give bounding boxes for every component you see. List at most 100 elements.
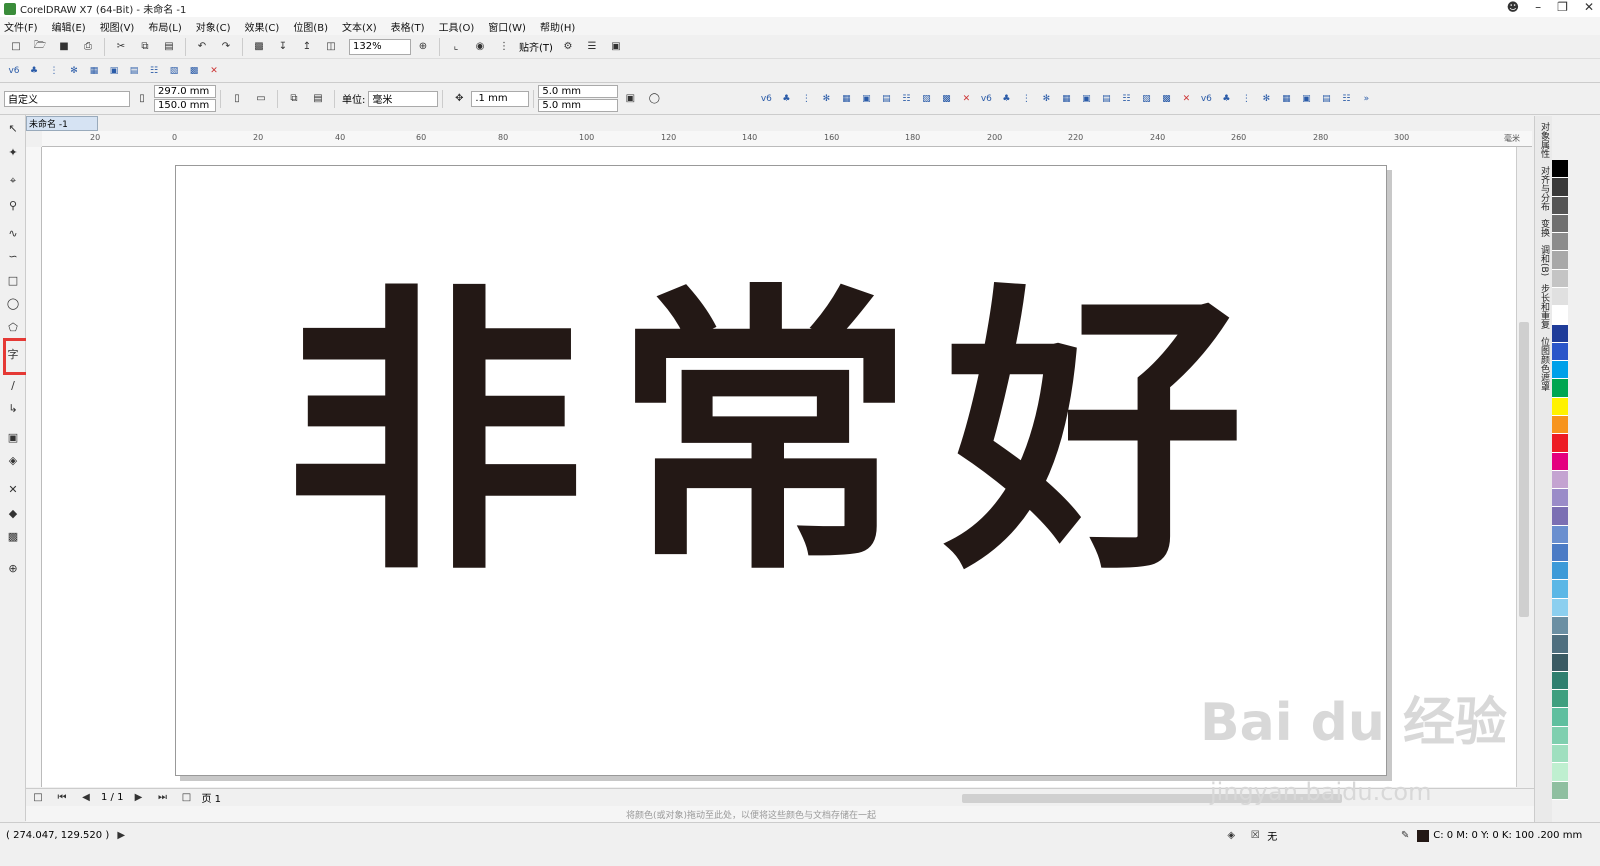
menu-effects[interactable]: 效果(C) <box>245 19 280 34</box>
import-icon[interactable]: ↧ <box>275 39 291 55</box>
export-icon[interactable]: ↥ <box>299 39 315 55</box>
page-height-input[interactable]: 150.0 mm <box>154 99 216 112</box>
palette-swatch[interactable] <box>1552 269 1568 288</box>
palette-swatch[interactable] <box>1552 726 1568 745</box>
document-tab[interactable]: 未命名 -1 <box>26 116 98 131</box>
toolbar-plugin-icon[interactable]: ▧ <box>1139 91 1153 107</box>
save-icon[interactable]: ■ <box>56 39 72 55</box>
ellipse-tool-icon[interactable]: ◯ <box>5 295 21 311</box>
duplicate-distance-y-input[interactable]: 5.0 mm <box>538 99 619 112</box>
vertical-scrollbar[interactable] <box>1516 147 1532 787</box>
palette-swatch[interactable] <box>1552 306 1568 325</box>
palette-swatch[interactable] <box>1552 653 1568 672</box>
docker-tab-step-repeat[interactable]: 步长和重复 <box>1538 284 1551 329</box>
toolbar-plugin-icon[interactable]: ▦ <box>87 63 101 79</box>
toolbar-plugin-icon[interactable]: ✕ <box>959 91 973 107</box>
previous-page-icon[interactable]: ◀ <box>78 790 94 806</box>
toolbar-plugin-icon[interactable]: ▣ <box>107 63 121 79</box>
application-launcher-icon[interactable]: ☰ <box>584 39 600 55</box>
docker-tab-align-distribute[interactable]: 对齐与分布 <box>1538 166 1551 211</box>
landscape-icon[interactable]: ▭ <box>253 91 269 107</box>
current-page-icon[interactable]: ▤ <box>310 91 326 107</box>
toolbar-plugin-icon[interactable]: ▦ <box>1059 91 1073 107</box>
paste-icon[interactable]: ▤ <box>161 39 177 55</box>
connector-tool-icon[interactable]: ↳ <box>5 400 21 416</box>
palette-swatch[interactable] <box>1552 507 1568 526</box>
zoom-tool-icon[interactable]: ⚲ <box>5 197 21 213</box>
toolbar-expand-icon[interactable]: » <box>1359 91 1373 107</box>
redo-icon[interactable]: ↷ <box>218 39 234 55</box>
menu-table[interactable]: 表格(T) <box>391 19 425 34</box>
palette-swatch[interactable] <box>1552 489 1568 508</box>
toolbar-plugin-icon[interactable]: ⋮ <box>47 63 61 79</box>
transparency-tool-icon[interactable]: ◈ <box>5 452 21 468</box>
nudge-distance-input[interactable]: .1 mm <box>471 90 530 107</box>
menu-window[interactable]: 窗口(W) <box>488 19 526 34</box>
color-eyedropper-tool-icon[interactable]: ✕ <box>5 481 21 497</box>
toolbar-plugin-icon[interactable]: ⋮ <box>799 91 813 107</box>
search-content-icon[interactable]: ▩ <box>251 39 267 55</box>
add-tool-icon[interactable]: ⊕ <box>5 560 21 576</box>
palette-swatch[interactable] <box>1552 160 1568 179</box>
toolbar-plugin-icon[interactable]: ♣ <box>1219 91 1233 107</box>
status-play-icon[interactable]: ▶ <box>113 828 129 844</box>
toolbar-plugin-icon[interactable]: ▣ <box>859 91 873 107</box>
menu-file[interactable]: 文件(F) <box>4 19 38 34</box>
toolbar-plugin-icon[interactable]: ▤ <box>1319 91 1333 107</box>
docker-tab-bitmap-color-mask[interactable]: 位图颜色遮罩 <box>1538 337 1551 391</box>
palette-swatch[interactable] <box>1552 562 1568 581</box>
palette-swatch[interactable] <box>1552 452 1568 471</box>
page-preset-select[interactable]: 自定义 <box>4 90 130 107</box>
crop-tool-icon[interactable]: ⌖ <box>5 173 21 189</box>
new-document-icon[interactable]: □ <box>8 39 24 55</box>
toolbar-plugin-icon[interactable]: ⋮ <box>1239 91 1253 107</box>
toolbar-plugin-icon[interactable]: v6 <box>1199 91 1213 107</box>
polygon-tool-icon[interactable]: ⬠ <box>5 319 21 335</box>
options-icon[interactable]: ⚙ <box>560 39 576 55</box>
close-icon[interactable]: ✕ <box>1584 0 1594 14</box>
toolbar-plugin-icon[interactable]: ▩ <box>187 63 201 79</box>
artistic-text-object[interactable]: 非常好 <box>284 286 1274 586</box>
toolbar-plugin-icon[interactable]: ✕ <box>207 63 221 79</box>
undo-icon[interactable]: ↶ <box>194 39 210 55</box>
copy-icon[interactable]: ⧉ <box>137 39 153 55</box>
horizontal-ruler[interactable]: 20 0 20 40 60 80 100 120 140 160 180 200… <box>42 131 1532 147</box>
toolbar-plugin-icon[interactable]: ▦ <box>1279 91 1293 107</box>
palette-swatch[interactable] <box>1552 178 1568 197</box>
toolbar-plugin-icon[interactable]: ▣ <box>1079 91 1093 107</box>
print-icon[interactable]: ⎙ <box>80 39 96 55</box>
all-pages-icon[interactable]: ⧉ <box>286 91 302 107</box>
toolbar-plugin-icon[interactable]: ▤ <box>127 63 141 79</box>
menu-object[interactable]: 对象(C) <box>196 19 231 34</box>
toolbar-plugin-icon[interactable]: ▦ <box>839 91 853 107</box>
palette-swatch[interactable] <box>1552 671 1568 691</box>
palette-swatch[interactable] <box>1552 342 1568 362</box>
toolbar-plugin-icon[interactable]: ☷ <box>1119 91 1133 107</box>
duplicate-distance-x-input[interactable]: 5.0 mm <box>538 85 619 98</box>
next-page-icon[interactable]: ▶ <box>130 790 146 806</box>
palette-swatch[interactable] <box>1552 361 1568 380</box>
minimize-icon[interactable]: – <box>1535 0 1541 14</box>
cut-icon[interactable]: ✂ <box>113 39 129 55</box>
page-tab[interactable]: 页 1 <box>201 790 221 805</box>
menu-layout[interactable]: 布局(L) <box>148 19 181 34</box>
menu-text[interactable]: 文本(X) <box>342 19 377 34</box>
artistic-media-tool-icon[interactable]: ∽ <box>5 248 21 264</box>
palette-swatch[interactable] <box>1552 635 1568 654</box>
palette-swatch[interactable] <box>1552 379 1568 398</box>
portrait-icon[interactable]: ▯ <box>229 91 245 107</box>
toolbar-plugin-icon[interactable]: ▣ <box>1299 91 1313 107</box>
toolbar-plugin-icon[interactable]: ☷ <box>147 63 161 79</box>
toolbar-plugin-icon[interactable]: v6 <box>7 63 21 79</box>
palette-swatch[interactable] <box>1552 745 1568 764</box>
show-rulers-icon[interactable]: ⌞ <box>448 39 464 55</box>
palette-swatch[interactable] <box>1552 617 1568 636</box>
palette-swatch[interactable] <box>1552 214 1568 234</box>
palette-swatch[interactable] <box>1552 397 1568 416</box>
docker-tab-transform[interactable]: 变换 <box>1538 219 1551 237</box>
drop-shadow-tool-icon[interactable]: ▣ <box>5 429 21 445</box>
toolbar-plugin-icon[interactable]: ▩ <box>939 91 953 107</box>
toolbar-plugin-icon[interactable]: ▧ <box>167 63 181 79</box>
user-icon[interactable]: ☻ <box>1507 0 1520 14</box>
docker-tab-object-properties[interactable]: 对象属性 <box>1538 122 1551 158</box>
